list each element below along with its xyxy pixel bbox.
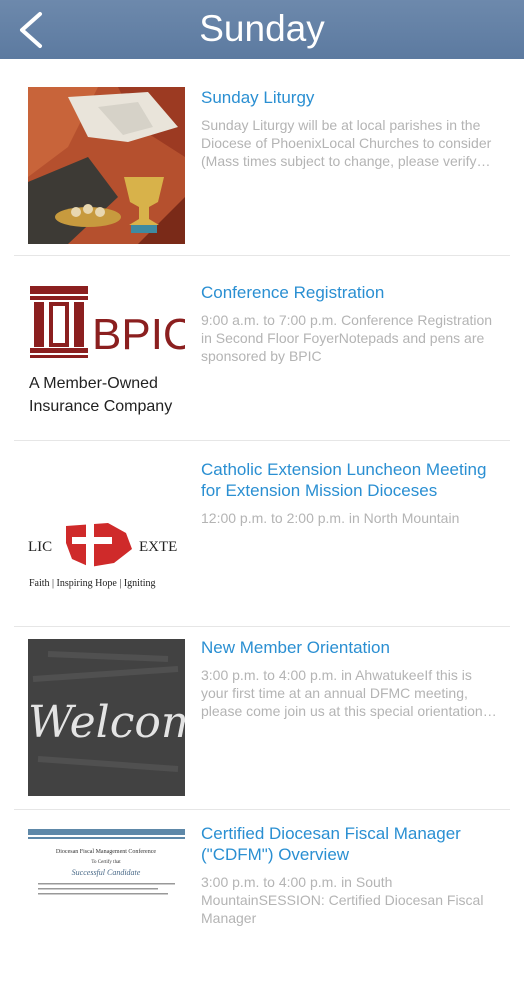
event-description: 3:00 p.m. to 4:00 p.m. in AhwatukeeIf th… <box>201 667 483 719</box>
list-item[interactable]: Diocesan Fiscal Management Conference To… <box>0 810 524 984</box>
event-thumbnail: Diocesan Fiscal Management Conference To… <box>28 827 185 984</box>
svg-text:EXTE: EXTE <box>139 539 177 555</box>
svg-text:LIC: LIC <box>28 539 52 555</box>
event-thumbnail: BPIC A Member-Owned Insurance Company <box>28 284 185 441</box>
event-text: Conference Registration 9:00 a.m. to 7:0… <box>201 282 497 365</box>
page-title: Sunday <box>199 8 325 49</box>
welcome-chalkboard-image: Welcome <box>28 639 185 796</box>
event-description: 3:00 p.m. to 4:00 p.m. in South Mountain… <box>201 874 484 926</box>
event-title: Catholic Extension Luncheon Meeting for … <box>201 460 487 500</box>
event-title: New Member Orientation <box>201 638 390 657</box>
event-thumbnail: Welcome <box>28 639 185 796</box>
svg-text:Welcome: Welcome <box>28 697 185 748</box>
event-description: 12:00 p.m. to 2:00 p.m. in North Mountai… <box>201 510 460 526</box>
svg-text:Insurance Company: Insurance Company <box>29 398 172 415</box>
event-title: Sunday Liturgy <box>201 88 315 107</box>
list-item[interactable]: LIC EXTE Faith | Inspiring Hope | Igniti… <box>0 441 524 627</box>
catholic-extension-logo-image: LIC EXTE Faith | Inspiring Hope | Igniti… <box>28 463 185 620</box>
event-thumbnail: LIC EXTE Faith | Inspiring Hope | Igniti… <box>28 463 185 620</box>
event-title: Certified Diocesan Fiscal Manager ("CDFM… <box>201 824 461 864</box>
svg-text:Faith | Inspiring Hope | Ignit: Faith | Inspiring Hope | Igniting <box>29 578 156 589</box>
event-text: New Member Orientation 3:00 p.m. to 4:00… <box>201 637 497 720</box>
svg-text:A Member-Owned: A Member-Owned <box>29 375 158 392</box>
list-item[interactable]: BPIC A Member-Owned Insurance Company Co… <box>0 256 524 441</box>
bpic-logo-image: BPIC A Member-Owned Insurance Company <box>28 284 185 441</box>
svg-text:Successful Candidate: Successful Candidate <box>72 868 141 877</box>
event-description: 9:00 a.m. to 7:00 p.m. Conference Regist… <box>201 312 493 364</box>
event-thumbnail <box>28 87 185 244</box>
event-description: Sunday Liturgy will be at local parishes… <box>201 117 492 169</box>
svg-text:To Certify that: To Certify that <box>91 860 121 865</box>
nav-bar: Sunday <box>0 0 524 59</box>
event-text: Certified Diocesan Fiscal Manager ("CDFM… <box>201 823 497 927</box>
cdfm-certificate-image: Diocesan Fiscal Management Conference To… <box>28 827 185 984</box>
liturgy-stained-glass-image <box>28 87 185 244</box>
list-item[interactable]: Welcome New Member Orientation 3:00 p.m.… <box>0 627 524 810</box>
event-text: Catholic Extension Luncheon Meeting for … <box>201 459 497 527</box>
svg-text:BPIC: BPIC <box>92 310 185 359</box>
list-item[interactable]: Sunday Liturgy Sunday Liturgy will be at… <box>0 59 524 256</box>
event-text: Sunday Liturgy Sunday Liturgy will be at… <box>201 87 497 170</box>
event-title: Conference Registration <box>201 283 385 302</box>
svg-text:Diocesan Fiscal Management Con: Diocesan Fiscal Management Conference <box>56 848 156 855</box>
